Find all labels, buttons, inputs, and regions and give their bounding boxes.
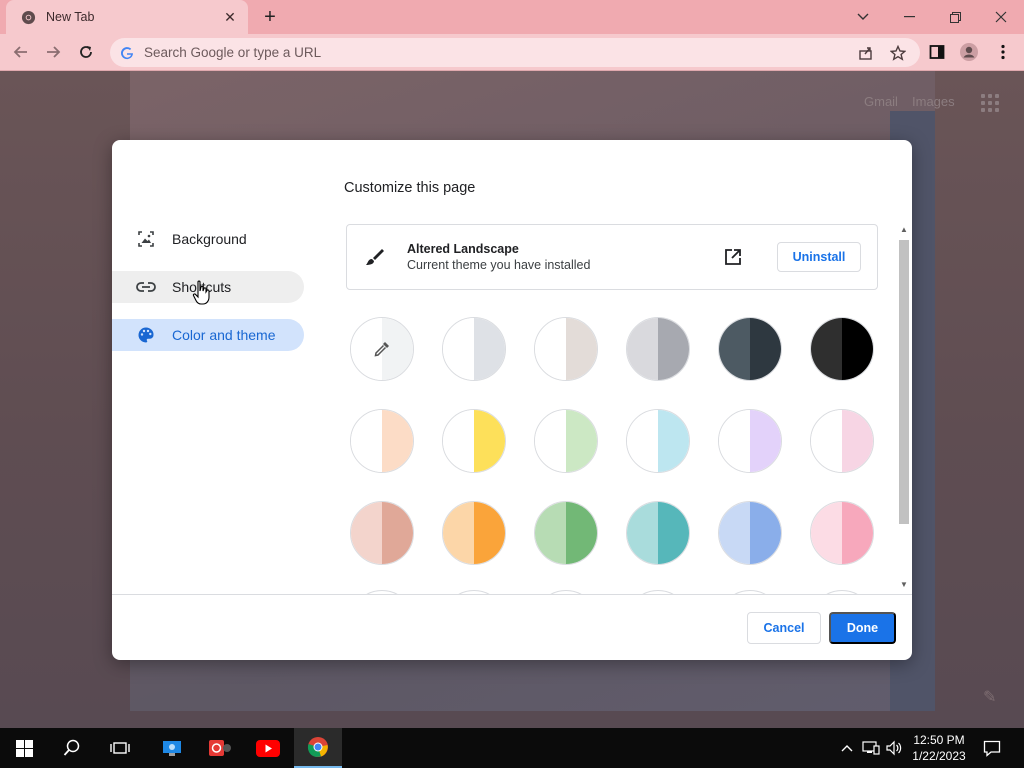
theme-name: Altered Landscape xyxy=(407,242,519,256)
uninstall-button[interactable]: Uninstall xyxy=(777,242,861,272)
custom-color-swatch[interactable] xyxy=(350,317,414,381)
palette-icon xyxy=(136,325,156,345)
images-link[interactable]: Images xyxy=(912,94,955,109)
eyedropper-icon xyxy=(373,340,391,358)
color-swatch[interactable] xyxy=(626,501,690,565)
color-swatch[interactable] xyxy=(810,501,874,565)
color-swatch[interactable] xyxy=(442,317,506,381)
dialog-title: Customize this page xyxy=(344,180,476,196)
new-tab-button[interactable]: + xyxy=(258,6,282,28)
image-icon xyxy=(136,229,156,249)
omnibox-placeholder: Search Google or type a URL xyxy=(144,45,322,60)
bookmark-star-icon[interactable] xyxy=(885,38,911,67)
paintbrush-icon xyxy=(363,246,385,268)
browser-toolbar: Search Google or type a URL xyxy=(0,34,1024,71)
chrome-taskbar-icon[interactable] xyxy=(294,728,342,768)
color-swatch[interactable] xyxy=(810,409,874,473)
chrome-favicon-icon xyxy=(20,9,36,25)
hand-cursor-icon xyxy=(192,280,212,306)
customize-dialog: Customize this page Background Shortcuts… xyxy=(112,140,912,660)
tab-strip: New Tab ✕ + xyxy=(0,0,1024,34)
notifications-icon[interactable] xyxy=(980,728,1004,768)
color-swatch[interactable] xyxy=(534,409,598,473)
minimize-button[interactable] xyxy=(886,0,932,34)
customize-pencil-icon[interactable]: ✎ xyxy=(983,687,996,707)
dialog-scrollbar[interactable]: ▲ ▼ xyxy=(897,224,911,594)
cancel-button[interactable]: Cancel xyxy=(747,612,821,644)
open-in-new-icon[interactable] xyxy=(723,247,745,269)
system-clock[interactable]: 12:50 PM 1/22/2023 xyxy=(904,732,974,764)
google-g-icon xyxy=(120,46,134,60)
clock-date: 1/22/2023 xyxy=(912,749,966,763)
windows-taskbar: 12:50 PM 1/22/2023 xyxy=(0,728,1024,768)
youtube-app-icon[interactable] xyxy=(244,728,292,768)
color-swatch-grid xyxy=(346,312,891,594)
color-swatch[interactable] xyxy=(718,501,782,565)
task-view-icon[interactable] xyxy=(96,728,144,768)
show-hidden-icons-chevron-icon[interactable] xyxy=(838,728,856,768)
remote-desktop-app-icon[interactable] xyxy=(148,728,196,768)
color-swatch[interactable] xyxy=(442,409,506,473)
menu-item-label: Background xyxy=(172,231,247,247)
profile-avatar-icon[interactable] xyxy=(956,39,982,65)
google-apps-icon[interactable] xyxy=(981,94,999,112)
close-window-button[interactable] xyxy=(978,0,1024,34)
color-swatch[interactable] xyxy=(626,317,690,381)
media-app-icon[interactable] xyxy=(196,728,244,768)
reload-icon[interactable] xyxy=(73,39,99,65)
back-arrow-icon[interactable] xyxy=(8,39,34,65)
link-icon xyxy=(136,277,156,297)
color-swatch[interactable] xyxy=(534,501,598,565)
color-swatch[interactable] xyxy=(534,317,598,381)
color-swatch[interactable] xyxy=(810,317,874,381)
color-swatch[interactable] xyxy=(718,317,782,381)
tab-title: New Tab xyxy=(46,10,95,24)
scrollbar-thumb[interactable] xyxy=(899,240,909,524)
tab-search-icon[interactable] xyxy=(840,0,886,34)
volume-icon[interactable] xyxy=(884,728,904,768)
color-swatch[interactable] xyxy=(350,501,414,565)
network-icon[interactable] xyxy=(860,728,882,768)
gmail-link[interactable]: Gmail xyxy=(864,94,898,109)
clock-time: 12:50 PM xyxy=(913,733,965,747)
menu-item-background[interactable]: Background xyxy=(112,223,304,255)
share-icon[interactable] xyxy=(853,38,879,67)
tab-new-tab[interactable]: New Tab ✕ xyxy=(6,0,248,34)
installed-theme-card: Altered Landscape Current theme you have… xyxy=(346,224,878,290)
menu-item-color-and-theme[interactable]: Color and theme xyxy=(112,319,304,351)
side-panel-icon[interactable] xyxy=(924,39,950,65)
dialog-divider xyxy=(112,594,912,595)
color-swatch[interactable] xyxy=(718,409,782,473)
menu-item-label: Color and theme xyxy=(172,327,276,343)
omnibox[interactable]: Search Google or type a URL xyxy=(110,38,920,67)
kebab-menu-icon[interactable] xyxy=(990,39,1016,65)
tab-close-icon[interactable]: ✕ xyxy=(222,9,238,25)
scroll-down-arrow-icon[interactable]: ▼ xyxy=(900,581,908,589)
scroll-up-arrow-icon[interactable]: ▲ xyxy=(900,226,908,234)
done-button[interactable]: Done xyxy=(829,612,896,644)
color-swatch[interactable] xyxy=(626,409,690,473)
color-swatch[interactable] xyxy=(350,409,414,473)
theme-subtitle: Current theme you have installed xyxy=(407,258,591,272)
restore-button[interactable] xyxy=(932,0,978,34)
forward-arrow-icon[interactable] xyxy=(40,39,66,65)
color-swatch[interactable] xyxy=(442,501,506,565)
windows-start-icon[interactable] xyxy=(0,728,48,768)
search-icon[interactable] xyxy=(48,728,96,768)
